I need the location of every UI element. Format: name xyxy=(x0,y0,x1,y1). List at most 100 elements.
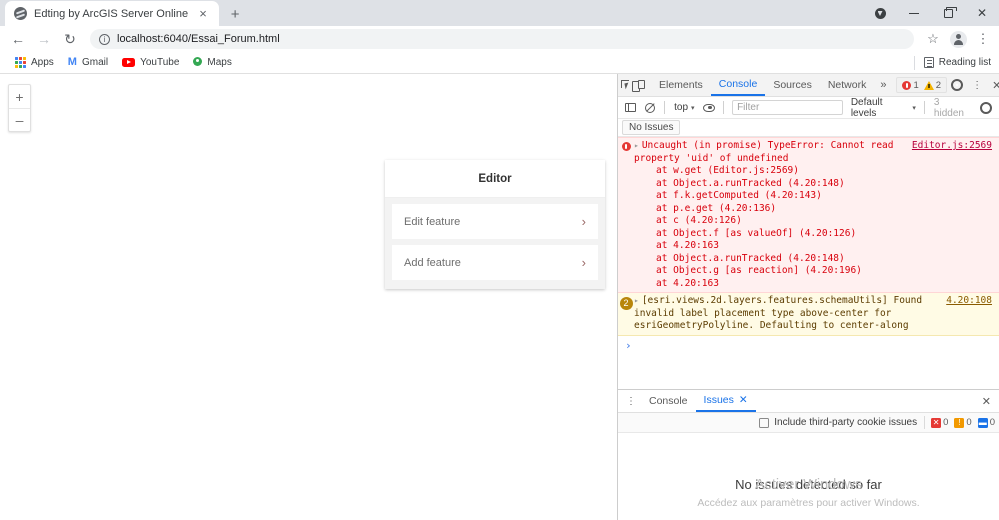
error-circle-icon xyxy=(902,81,911,90)
apps-grid-icon xyxy=(15,57,26,68)
third-party-cookie-checkbox[interactable]: Include third-party cookie issues xyxy=(759,417,917,428)
stack-frame[interactable]: at Object.f [as valueOf] (4.20:126) xyxy=(656,228,992,241)
issues-drawer: ⋮ Console Issues ✕ ✕ Include third-party… xyxy=(618,389,999,520)
avatar[interactable] xyxy=(950,31,967,48)
more-tabs-icon[interactable]: » xyxy=(874,79,892,91)
warning-message-body: [esri.views.2d.layers.features.schemaUti… xyxy=(634,295,922,331)
bookmark-star-icon[interactable]: ☆ xyxy=(922,31,944,47)
gear-icon[interactable] xyxy=(947,75,967,95)
log-levels-selector[interactable]: Default levels ▾ xyxy=(847,97,920,119)
stack-frame[interactable]: at 4.20:163 xyxy=(656,278,992,291)
maximize-button[interactable] xyxy=(931,0,965,26)
tab-console[interactable]: Console xyxy=(711,74,766,96)
bookmark-apps[interactable]: Apps xyxy=(8,53,61,73)
bookmark-label: Apps xyxy=(31,57,54,68)
drawer-tabbar: ⋮ Console Issues ✕ ✕ xyxy=(618,390,999,413)
stack-frame[interactable]: at Object.g [as reaction] (4.20:196) xyxy=(656,265,992,278)
devtools-tabbar: Elements Console Sources Network » 1 2 ⋮… xyxy=(618,74,999,97)
editor-options: Edit feature › Add feature › xyxy=(385,198,605,289)
expand-arrow-icon[interactable]: ▸ xyxy=(634,296,639,305)
reload-icon[interactable]: ↻ xyxy=(58,27,82,51)
stack-frame[interactable]: at w.get (Editor.js:2569) xyxy=(656,165,992,178)
console-prompt[interactable]: › xyxy=(618,336,999,355)
warning-counter: 2 xyxy=(924,80,941,91)
add-feature-button[interactable]: Add feature › xyxy=(392,245,598,280)
console-settings-icon[interactable] xyxy=(976,98,996,118)
new-tab-button[interactable]: + xyxy=(227,6,243,22)
editor-item-label: Add feature xyxy=(404,257,582,269)
zoom-out-button[interactable]: – xyxy=(9,108,30,131)
shield-icon[interactable] xyxy=(863,0,897,26)
map-view[interactable]: + – Editor Edit feature › Add feature › xyxy=(0,74,617,520)
url-text: localhost:6040/Essai_Forum.html xyxy=(117,33,905,45)
bookmark-youtube[interactable]: YouTube xyxy=(115,53,186,73)
execution-context-selector[interactable]: top ▾ xyxy=(669,102,699,113)
bookmark-label: YouTube xyxy=(140,57,179,68)
stack-frame[interactable]: at 4.20:163 xyxy=(656,240,992,253)
chevron-right-icon: › xyxy=(582,255,586,270)
browser-menu-icon[interactable]: ⋮ xyxy=(973,31,993,47)
source-link[interactable]: Editor.js:2569 xyxy=(906,140,992,153)
close-icon[interactable]: ✕ xyxy=(739,394,748,406)
stack-frame[interactable]: at f.k.getComputed (4.20:143) xyxy=(656,190,992,203)
edit-feature-button[interactable]: Edit feature › xyxy=(392,204,598,239)
bookmark-label: Maps xyxy=(207,57,231,68)
stack-frame[interactable]: at p.e.get (4.20:136) xyxy=(656,203,992,216)
clear-console-icon[interactable] xyxy=(641,98,661,118)
close-drawer-icon[interactable]: ✕ xyxy=(977,395,996,408)
drawer-menu-icon[interactable]: ⋮ xyxy=(621,391,641,411)
device-toolbar-icon[interactable] xyxy=(632,75,643,95)
close-window-button[interactable]: ✕ xyxy=(965,0,999,26)
editor-widget: Editor Edit feature › Add feature › xyxy=(385,160,605,289)
maps-pin-icon xyxy=(193,57,202,69)
tab-title: Edting by ArcGIS Server Online xyxy=(34,8,188,20)
console-sidebar-icon[interactable] xyxy=(621,98,641,118)
error-count: 1 xyxy=(913,80,918,91)
error-circle-icon xyxy=(618,140,634,290)
window-controls: ✕ xyxy=(863,0,999,26)
back-icon[interactable]: ← xyxy=(6,27,30,51)
info-icon[interactable]: i xyxy=(99,34,110,45)
drawer-tab-console[interactable]: Console xyxy=(641,390,696,412)
issue-warning-count: ! 0 xyxy=(954,417,971,428)
info-square-icon: ▬ xyxy=(978,418,988,428)
expand-arrow-icon[interactable]: ▸ xyxy=(634,141,639,150)
bookmark-gmail[interactable]: M Gmail xyxy=(61,53,115,73)
no-issues-pill[interactable]: No Issues xyxy=(622,120,680,135)
issues-banner: No Issues xyxy=(618,119,999,137)
devtools-menu-icon[interactable]: ⋮ xyxy=(967,75,987,95)
stack-frame[interactable]: at c (4.20:126) xyxy=(656,215,992,228)
stack-frame[interactable]: at Object.a.runTracked (4.20:148) xyxy=(656,178,992,191)
issue-counters[interactable]: 1 2 xyxy=(896,77,947,93)
count: 0 xyxy=(943,417,948,428)
tab-network[interactable]: Network xyxy=(820,74,875,96)
tab-strip: Edting by ArcGIS Server Online × + ✕ xyxy=(0,0,999,26)
drawer-tab-issues[interactable]: Issues ✕ xyxy=(696,390,756,412)
reading-list-button[interactable]: Reading list xyxy=(914,56,991,70)
console-filter-input[interactable]: Filter xyxy=(732,100,843,115)
minimize-button[interactable] xyxy=(897,0,931,26)
stack-frame[interactable]: at Object.a.runTracked (4.20:148) xyxy=(656,253,992,266)
inspect-element-icon[interactable] xyxy=(621,75,632,95)
close-devtools-icon[interactable]: ✕ xyxy=(987,79,999,92)
tab-elements[interactable]: Elements xyxy=(651,74,711,96)
zoom-in-button[interactable]: + xyxy=(9,85,30,108)
close-icon[interactable]: × xyxy=(195,6,211,22)
live-expression-icon[interactable] xyxy=(700,98,720,118)
error-message-body: Uncaught (in promise) TypeError: Cannot … xyxy=(634,140,894,164)
address-bar[interactable]: i localhost:6040/Essai_Forum.html xyxy=(90,29,914,49)
console-error-message[interactable]: ▸Uncaught (in promise) TypeError: Cannot… xyxy=(618,137,999,293)
youtube-icon xyxy=(122,58,135,67)
checkbox-icon[interactable] xyxy=(759,418,769,428)
source-link[interactable]: 4.20:108 xyxy=(940,295,992,308)
count: 0 xyxy=(990,417,995,428)
tab-sources[interactable]: Sources xyxy=(765,74,820,96)
chevron-right-icon: › xyxy=(582,214,586,229)
forward-icon[interactable]: → xyxy=(32,27,56,51)
browser-tab[interactable]: Edting by ArcGIS Server Online × xyxy=(5,1,219,26)
console-warning-message[interactable]: 2 ▸[esri.views.2d.layers.features.schema… xyxy=(618,293,999,336)
console-messages[interactable]: ▸Uncaught (in promise) TypeError: Cannot… xyxy=(618,137,999,389)
bookmark-maps[interactable]: Maps xyxy=(186,53,238,73)
warning-triangle-icon xyxy=(924,81,934,90)
navigation-bar: ← → ↻ i localhost:6040/Essai_Forum.html … xyxy=(0,26,999,52)
